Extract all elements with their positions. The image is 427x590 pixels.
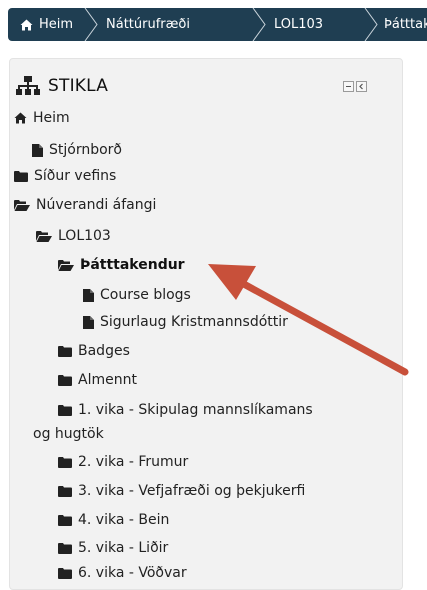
breadcrumb-label: Þátttakendur <box>384 17 427 32</box>
home-icon <box>14 112 27 124</box>
folder-icon <box>58 567 72 579</box>
tree-item-week-2[interactable]: 2. vika - Frumur <box>58 452 188 472</box>
folder-icon <box>14 170 28 182</box>
tree-item-site-pages[interactable]: Síður vefins <box>14 166 116 186</box>
tree-item-participant-user[interactable]: Sigurlaug Kristmannsdóttir <box>83 312 288 332</box>
tree-item-label: Heim <box>33 110 70 126</box>
tree-item-label: Stjórnborð <box>49 142 122 158</box>
tree-item-label: Almennt <box>78 372 137 388</box>
breadcrumb-separator <box>364 8 378 41</box>
tree-item-label: Síður vefins <box>34 168 117 184</box>
tree-item-label: 1. vika - Skipulag mannslíkamans <box>78 402 313 418</box>
tree-item-dashboard[interactable]: Stjórnborð <box>32 140 122 160</box>
tree-item-week-6[interactable]: 6. vika - Vöðvar <box>58 563 187 583</box>
tree-item-label: Badges <box>78 343 130 359</box>
tree-item-label: 5. vika - Liðir <box>78 540 169 556</box>
block-header: STIKLA <box>16 73 108 99</box>
folder-open-icon <box>36 230 52 242</box>
breadcrumb-label: LOL103 <box>274 17 324 32</box>
folder-icon <box>58 374 72 386</box>
tree-item-participants[interactable]: Þátttakendur <box>58 255 185 275</box>
breadcrumb-separator <box>84 8 98 41</box>
folder-open-icon <box>14 199 30 211</box>
tree-item-label: Núverandi áfangi <box>36 197 157 213</box>
tree-item-label: 2. vika - Frumur <box>78 454 189 470</box>
breadcrumb-label: Náttúrufræði <box>106 17 190 32</box>
tree-item-label: Sigurlaug Kristmannsdóttir <box>100 314 288 330</box>
tree-item-week-4[interactable]: 4. vika - Bein <box>58 510 169 530</box>
folder-icon <box>58 456 72 468</box>
block-title: STIKLA <box>48 76 109 96</box>
tree-item-label: LOL103 <box>58 228 111 244</box>
tree-item-general[interactable]: Almennt <box>58 370 137 390</box>
folder-icon <box>58 345 72 357</box>
tree-item-week-5[interactable]: 5. vika - Liðir <box>58 538 168 558</box>
tree-item-course[interactable]: LOL103 <box>36 226 111 246</box>
breadcrumb-item-home[interactable]: Heim <box>20 8 73 41</box>
file-icon <box>32 143 43 157</box>
folder-open-icon <box>58 259 74 271</box>
breadcrumb-item-course[interactable]: LOL103 <box>274 8 323 41</box>
tree-item-week-1[interactable]: 1. vika - Skipulag mannslíkamans <box>58 400 313 420</box>
tree-item-week-3[interactable]: 3. vika - Vefjafræði og þekjukerfi <box>58 481 305 501</box>
folder-icon <box>58 404 72 416</box>
breadcrumb-label: Heim <box>39 17 74 32</box>
dock-icon[interactable] <box>356 81 367 92</box>
folder-icon <box>58 514 72 526</box>
tree-item-badges[interactable]: Badges <box>58 341 130 361</box>
breadcrumb-item-participants[interactable]: Þátttakendur <box>384 8 427 41</box>
breadcrumb: Heim Náttúrufræði LOL103 Þátttakendur <box>8 8 427 41</box>
sitemap-icon <box>16 76 40 96</box>
breadcrumb-separator <box>252 8 266 41</box>
tree-item-home[interactable]: Heim <box>14 108 70 128</box>
tree-item-label: Þátttakendur <box>80 257 185 273</box>
folder-icon <box>58 485 72 497</box>
block-controls <box>343 81 367 92</box>
tree-item-week-1-continued[interactable]: og hugtök <box>33 424 104 444</box>
breadcrumb-item-nature[interactable]: Náttúrufræði <box>106 8 190 41</box>
home-icon <box>20 19 33 31</box>
minimize-icon[interactable] <box>343 81 354 92</box>
folder-icon <box>58 542 72 554</box>
tree-item-label: 3. vika - Vefjafræði og þekjukerfi <box>78 483 306 499</box>
tree-item-label: Course blogs <box>100 287 191 303</box>
tree-item-label: 6. vika - Vöðvar <box>78 565 187 581</box>
tree-item-current-course[interactable]: Núverandi áfangi <box>14 195 156 215</box>
file-icon <box>83 288 94 302</box>
file-icon <box>83 315 94 329</box>
tree-item-course-blogs[interactable]: Course blogs <box>83 285 191 305</box>
tree-item-label: 4. vika - Bein <box>78 512 170 528</box>
